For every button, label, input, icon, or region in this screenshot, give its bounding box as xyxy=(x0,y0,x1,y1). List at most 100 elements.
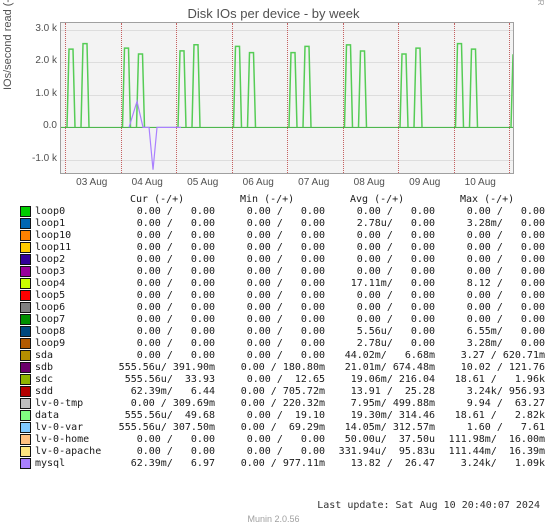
legend-max: 0.00 / 0.00 xyxy=(435,230,545,242)
legend-avg: 0.00 / 0.00 xyxy=(325,230,435,242)
legend-min: 0.00 / 0.00 xyxy=(215,218,325,230)
legend-row: sdd62.39m/ 6.440.00 / 705.72m13.91 / 25.… xyxy=(20,386,545,398)
legend-max: 6.55m/ 0.00 xyxy=(435,326,545,338)
legend-avg: 7.95m/ 499.88m xyxy=(325,398,435,410)
legend-row: loop50.00 / 0.000.00 / 0.000.00 / 0.000.… xyxy=(20,290,545,302)
legend-max: 3.24k/ 956.93 xyxy=(435,386,545,398)
legend-swatch xyxy=(20,386,31,397)
rrdtool-watermark: RRDTOOL / TOBI OETIKER xyxy=(536,0,545,6)
legend-cur: 0.00 / 0.00 xyxy=(105,290,215,302)
legend-series-name: sda xyxy=(35,350,105,362)
legend-series-name: loop10 xyxy=(35,230,105,242)
legend-cur: 0.00 / 0.00 xyxy=(105,278,215,290)
legend-avg: 0.00 / 0.00 xyxy=(325,254,435,266)
legend-min: 0.00 / 0.00 xyxy=(215,206,325,218)
x-tick-label: 06 Aug xyxy=(243,177,274,188)
chart-lines xyxy=(61,23,513,173)
legend-row: mysql62.39m/ 6.970.00 / 977.11m13.82 / 2… xyxy=(20,458,545,470)
legend-min: 0.00 / 0.00 xyxy=(215,314,325,326)
legend-row: loop110.00 / 0.000.00 / 0.000.00 / 0.000… xyxy=(20,242,545,254)
chart-plot-area xyxy=(60,22,514,174)
legend-cur: 0.00 / 309.69m xyxy=(105,398,215,410)
legend-cur: 0.00 / 0.00 xyxy=(105,350,215,362)
legend-min: 0.00 / 705.72m xyxy=(215,386,325,398)
legend-avg: 13.91 / 25.28 xyxy=(325,386,435,398)
legend-min: 0.00 / 977.11m xyxy=(215,458,325,470)
legend-row: lv-0-apache0.00 / 0.000.00 / 0.00331.94u… xyxy=(20,446,545,458)
y-axis-label: IOs/second read (-) / write (+) xyxy=(2,0,14,90)
legend-cur: 0.00 / 0.00 xyxy=(105,338,215,350)
legend-min: 0.00 / 19.10 xyxy=(215,410,325,422)
legend-max: 18.61 / 2.82k xyxy=(435,410,545,422)
legend-series-name: lv-0-tmp xyxy=(35,398,105,410)
legend-swatch xyxy=(20,290,31,301)
legend-cur: 0.00 / 0.00 xyxy=(105,326,215,338)
legend-row: loop40.00 / 0.000.00 / 0.0017.11m/ 0.008… xyxy=(20,278,545,290)
legend-avg: 0.00 / 0.00 xyxy=(325,314,435,326)
legend-series-name: loop4 xyxy=(35,278,105,290)
x-tick-label: 09 Aug xyxy=(409,177,440,188)
legend-col-cur: Cur (-/+) xyxy=(130,194,184,205)
legend-row: loop100.00 / 0.000.00 / 0.000.00 / 0.000… xyxy=(20,230,545,242)
legend-swatch xyxy=(20,398,31,409)
legend-max: 111.98m/ 16.00m xyxy=(435,434,545,446)
legend-cur: 0.00 / 0.00 xyxy=(105,206,215,218)
legend-avg: 50.00u/ 37.50u xyxy=(325,434,435,446)
legend-swatch xyxy=(20,254,31,265)
legend-avg: 0.00 / 0.00 xyxy=(325,266,435,278)
legend-row: loop80.00 / 0.000.00 / 0.005.56u/ 0.006.… xyxy=(20,326,545,338)
legend-min: 0.00 / 0.00 xyxy=(215,242,325,254)
legend-avg: 44.02m/ 6.68m xyxy=(325,350,435,362)
legend-cur: 0.00 / 0.00 xyxy=(105,242,215,254)
legend-cur: 62.39m/ 6.44 xyxy=(105,386,215,398)
legend-cur: 62.39m/ 6.97 xyxy=(105,458,215,470)
legend-series-name: loop7 xyxy=(35,314,105,326)
legend-series-name: sdc xyxy=(35,374,105,386)
legend-avg: 13.82 / 26.47 xyxy=(325,458,435,470)
legend-col-min: Min (-/+) xyxy=(240,194,294,205)
legend-series-name: loop8 xyxy=(35,326,105,338)
legend-row: sdc555.56u/ 33.930.00 / 12.6519.06m/ 216… xyxy=(20,374,545,386)
legend-avg: 0.00 / 0.00 xyxy=(325,206,435,218)
legend-row: data555.56u/ 49.680.00 / 19.1019.30m/ 31… xyxy=(20,410,545,422)
legend-row: lv-0-home0.00 / 0.000.00 / 0.0050.00u/ 3… xyxy=(20,434,545,446)
legend-max: 0.00 / 0.00 xyxy=(435,242,545,254)
legend-row: loop90.00 / 0.000.00 / 0.002.78u/ 0.003.… xyxy=(20,338,545,350)
legend-cur: 0.00 / 0.00 xyxy=(105,218,215,230)
legend-row: lv-0-tmp0.00 / 309.69m0.00 / 220.32m7.95… xyxy=(20,398,545,410)
legend-row: loop60.00 / 0.000.00 / 0.000.00 / 0.000.… xyxy=(20,302,545,314)
legend-max: 10.02 / 121.76 xyxy=(435,362,545,374)
legend-series-name: loop11 xyxy=(35,242,105,254)
legend-avg: 19.30m/ 314.46 xyxy=(325,410,435,422)
legend-min: 0.00 / 69.29m xyxy=(215,422,325,434)
last-update-text: Last update: Sat Aug 10 20:40:07 2024 xyxy=(0,500,540,511)
legend-min: 0.00 / 0.00 xyxy=(215,326,325,338)
legend-swatch xyxy=(20,458,31,469)
legend-col-avg: Avg (-/+) xyxy=(350,194,404,205)
legend-swatch xyxy=(20,362,31,373)
legend-cur: 0.00 / 0.00 xyxy=(105,254,215,266)
legend-max: 9.94 / 63.27 xyxy=(435,398,545,410)
legend-min: 0.00 / 0.00 xyxy=(215,434,325,446)
legend-series-name: lv-0-apache xyxy=(35,446,105,458)
x-tick-label: 08 Aug xyxy=(354,177,385,188)
legend-min: 0.00 / 0.00 xyxy=(215,350,325,362)
legend-swatch xyxy=(20,326,31,337)
legend-avg: 0.00 / 0.00 xyxy=(325,290,435,302)
y-tick-label: 2.0 k xyxy=(17,55,57,66)
legend-col-max: Max (-/+) xyxy=(460,194,514,205)
legend-swatch xyxy=(20,410,31,421)
munin-version: Munin 2.0.56 xyxy=(0,514,547,524)
legend-max: 0.00 / 0.00 xyxy=(435,254,545,266)
legend-cur: 0.00 / 0.00 xyxy=(105,446,215,458)
legend-max: 111.44m/ 16.39m xyxy=(435,446,545,458)
legend-avg: 2.78u/ 0.00 xyxy=(325,338,435,350)
legend-series-name: loop9 xyxy=(35,338,105,350)
legend-series-name: data xyxy=(35,410,105,422)
legend-max: 3.28m/ 0.00 xyxy=(435,338,545,350)
legend-avg: 2.78u/ 0.00 xyxy=(325,218,435,230)
legend-swatch xyxy=(20,278,31,289)
legend-row: sdb555.56u/ 391.90m0.00 / 180.80m21.01m/… xyxy=(20,362,545,374)
legend-max: 3.28m/ 0.00 xyxy=(435,218,545,230)
legend-series-name: loop1 xyxy=(35,218,105,230)
